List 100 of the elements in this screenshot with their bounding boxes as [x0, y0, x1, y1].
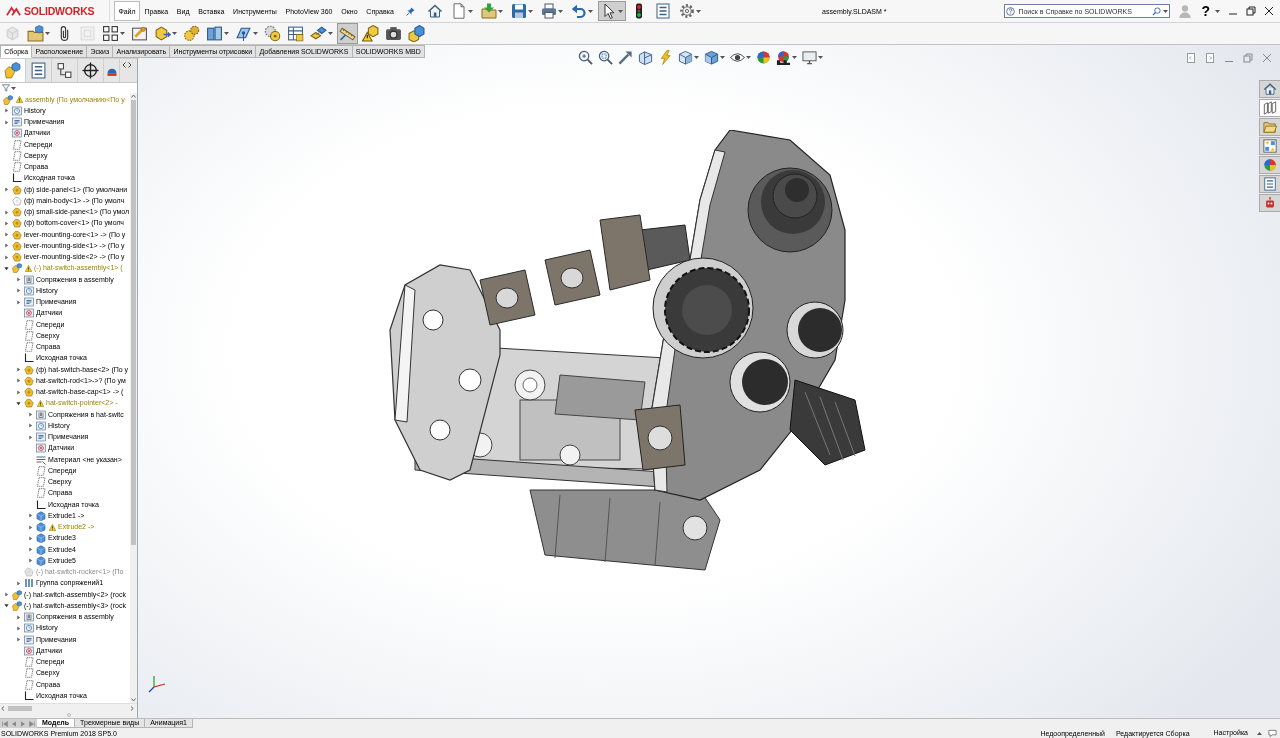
- caret-right-icon[interactable]: [16, 299, 21, 305]
- caret-right-icon[interactable]: [16, 378, 21, 384]
- zoom-to-fit-button[interactable]: [577, 49, 594, 66]
- pin-icon[interactable]: [406, 6, 416, 16]
- part-icon: [24, 567, 34, 578]
- new-part-button[interactable]: [25, 23, 52, 44]
- speedpak-button[interactable]: [360, 23, 381, 44]
- caret-down-icon[interactable]: [4, 603, 9, 609]
- task-pane-tab[interactable]: [1259, 156, 1280, 174]
- first-arrow-icon[interactable]: [1, 719, 9, 728]
- gear-icon: [679, 3, 696, 19]
- caret-right-icon[interactable]: [4, 243, 9, 249]
- caret-icon[interactable]: [1215, 9, 1220, 13]
- previous-arrow-icon[interactable]: [10, 719, 18, 728]
- caret-right-icon[interactable]: [16, 389, 21, 395]
- view-orientation-button[interactable]: [677, 49, 700, 66]
- large-assembly-button[interactable]: [406, 23, 427, 44]
- caret-right-icon[interactable]: [28, 513, 33, 519]
- window-right-icon[interactable]: [1205, 52, 1215, 63]
- zoom-to-area-button[interactable]: [597, 49, 614, 66]
- task-pane-tab[interactable]: [1259, 137, 1280, 155]
- window-left-icon[interactable]: [1186, 52, 1196, 63]
- view-palette-icon: [1263, 139, 1277, 153]
- display-style-button[interactable]: [703, 49, 726, 66]
- pattern-button[interactable]: [100, 23, 127, 44]
- splitter-handle-icon[interactable]: [66, 713, 71, 717]
- view-settings-button[interactable]: [801, 49, 824, 66]
- caret-down-icon[interactable]: [4, 265, 9, 271]
- close-icon[interactable]: [1264, 6, 1274, 16]
- help-button[interactable]: ?: [1201, 3, 1210, 19]
- scroll-left-icon[interactable]: [122, 62, 126, 68]
- speech-bubble-icon[interactable]: [1268, 728, 1277, 738]
- caret-right-icon[interactable]: [28, 547, 33, 553]
- edit-appearance-button[interactable]: [755, 49, 772, 66]
- caret-right-icon[interactable]: [28, 423, 33, 429]
- caret-right-icon[interactable]: [28, 524, 33, 530]
- caret-right-icon[interactable]: [4, 119, 9, 125]
- origin-icon: [24, 690, 34, 701]
- extrude-icon: [36, 555, 46, 566]
- caret-right-icon[interactable]: [4, 108, 9, 114]
- scroll-right-icon[interactable]: [128, 62, 132, 68]
- search-icon[interactable]: [1152, 6, 1162, 16]
- caret-right-icon[interactable]: [16, 625, 21, 631]
- caret-up-icon[interactable]: [1257, 731, 1262, 735]
- caret-right-icon[interactable]: [16, 614, 21, 620]
- scroll-thumb[interactable]: [131, 100, 136, 545]
- scroll-thumb[interactable]: [8, 705, 32, 711]
- plane-icon: [12, 162, 22, 173]
- restore-icon[interactable]: [1246, 6, 1256, 16]
- new-motion-study-button[interactable]: [262, 23, 283, 44]
- caret-right-icon[interactable]: [16, 637, 21, 643]
- dynamic-annotation-button[interactable]: [657, 49, 674, 66]
- task-pane-tab[interactable]: [1259, 99, 1280, 117]
- caret-right-icon[interactable]: [16, 367, 21, 373]
- caret-right-icon[interactable]: [16, 277, 21, 283]
- instant3d-button[interactable]: [337, 23, 358, 44]
- gears-icon: [183, 25, 200, 42]
- scroll-down-icon[interactable]: [130, 697, 137, 703]
- assembly-features-button[interactable]: [204, 23, 231, 44]
- hide-show-components-button[interactable]: [181, 23, 202, 44]
- previous-view-button[interactable]: [617, 49, 634, 66]
- caret-right-icon[interactable]: [28, 535, 33, 541]
- mates-icon: [36, 409, 46, 420]
- caret-right-icon[interactable]: [16, 288, 21, 294]
- plane-icon: [12, 139, 22, 150]
- caret-right-icon[interactable]: [28, 434, 33, 440]
- caret-right-icon[interactable]: [4, 254, 9, 260]
- task-pane-tab[interactable]: [1259, 118, 1280, 136]
- caret-right-icon[interactable]: [4, 232, 9, 238]
- caret-icon: [11, 86, 16, 90]
- caret-right-icon[interactable]: [4, 209, 9, 215]
- sensor-icon: [24, 308, 34, 319]
- scroll-up-icon[interactable]: [130, 93, 137, 99]
- mate-group-icon: [24, 578, 34, 589]
- caret-right-icon[interactable]: [4, 592, 9, 598]
- origin-icon: [24, 353, 34, 364]
- annotation-icon: [24, 297, 34, 308]
- task-pane-tab[interactable]: [1259, 194, 1280, 212]
- caret-down-icon[interactable]: [16, 400, 21, 406]
- plane-icon: [24, 342, 34, 353]
- task-pane-tab[interactable]: [1259, 175, 1280, 193]
- caret-right-icon[interactable]: [4, 187, 9, 193]
- filter-button[interactable]: [2, 83, 16, 93]
- horizontal-scrollbar[interactable]: [0, 703, 137, 712]
- caret-right-icon[interactable]: [28, 412, 33, 418]
- apply-scene-button[interactable]: [775, 49, 798, 66]
- bill-of-materials-button[interactable]: [285, 23, 306, 44]
- robot-icon: [1263, 196, 1277, 210]
- caret-icon[interactable]: [1162, 9, 1168, 13]
- next-arrow-icon[interactable]: [19, 719, 27, 728]
- assembly-icon: [4, 62, 21, 79]
- caret-right-icon[interactable]: [16, 580, 21, 586]
- section-view-button[interactable]: [637, 49, 654, 66]
- last-arrow-icon[interactable]: [28, 719, 36, 728]
- caret-right-icon[interactable]: [28, 558, 33, 564]
- vertical-scrollbar[interactable]: [130, 93, 137, 703]
- move-component-button[interactable]: [152, 23, 179, 44]
- task-pane-tab[interactable]: [1259, 80, 1280, 98]
- caret-right-icon[interactable]: [4, 220, 9, 226]
- select-button[interactable]: [598, 1, 627, 21]
